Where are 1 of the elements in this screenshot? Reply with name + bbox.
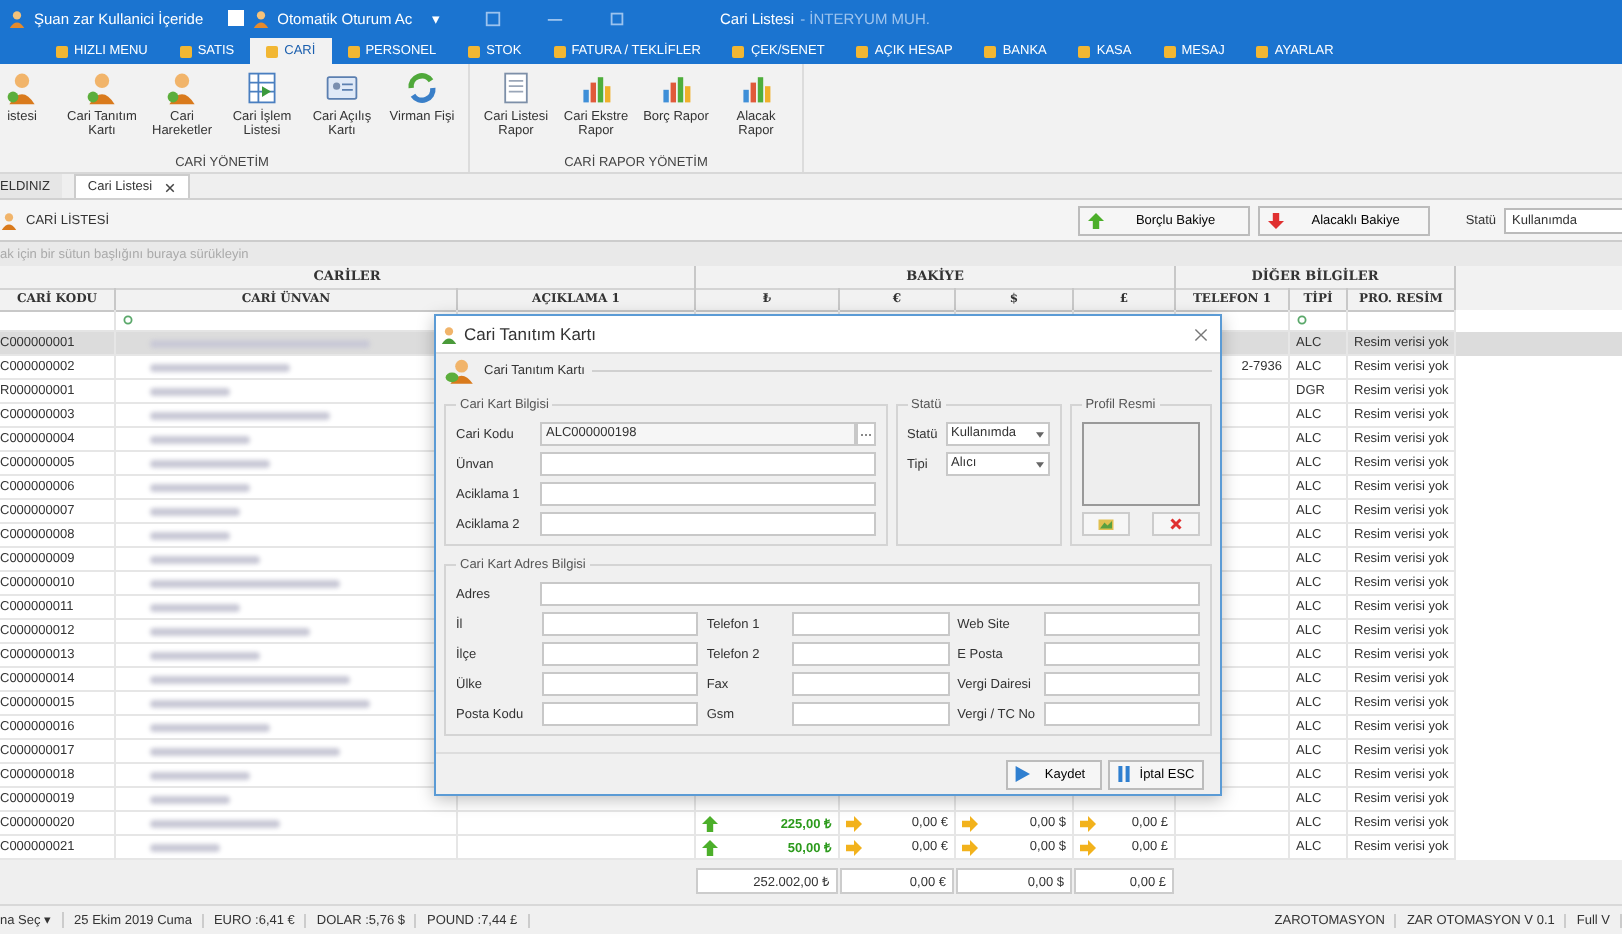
- dialog-title: Cari Tanıtım Kartı: [464, 324, 596, 344]
